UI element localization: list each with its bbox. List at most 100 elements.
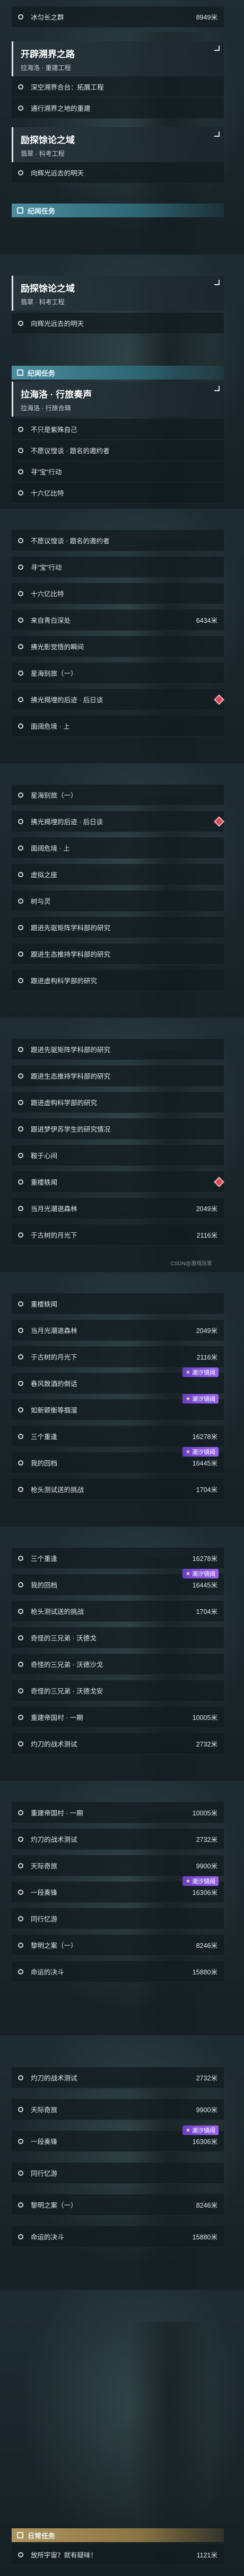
ring-icon bbox=[18, 84, 23, 90]
task-row[interactable]: 命运的决斗 15880米 bbox=[12, 1961, 224, 1982]
task-row[interactable]: 树与灵 bbox=[12, 890, 224, 912]
task-row[interactable]: 我的回档 ★ 潮汐镜阈 16445米 bbox=[12, 1447, 224, 1474]
ring-icon bbox=[18, 1555, 23, 1561]
task-row[interactable]: 春风致酒的倒话 ★ 潮汐镜阈 bbox=[12, 1368, 224, 1394]
ring-icon bbox=[18, 14, 23, 20]
star-icon: ★ bbox=[186, 1369, 190, 1375]
task-row[interactable]: 灼刀的战术测试 2732米 bbox=[12, 1733, 224, 1754]
task-row[interactable]: 重建帝国村 · 一期 10005米 bbox=[12, 1802, 224, 1823]
task-row[interactable]: 来自青白深处 6434米 bbox=[12, 610, 224, 631]
task-row[interactable]: 一段奏锋 ★ 潮汐镜阈 16306米 bbox=[12, 1876, 224, 1903]
task-row[interactable]: 星海别旅（一） bbox=[12, 784, 224, 806]
task-row[interactable]: 同行忆游 bbox=[12, 2163, 224, 2184]
task-row[interactable]: 重建帝国村 · 一期 10005米 bbox=[12, 1707, 224, 1728]
ring-icon bbox=[18, 1433, 23, 1439]
task-row[interactable]: 重楼轶闻 bbox=[12, 1293, 224, 1315]
task-row[interactable]: 枪头测试送的挑战 1704米 bbox=[12, 1601, 224, 1622]
ring-icon bbox=[18, 792, 23, 798]
ring-icon bbox=[18, 670, 23, 676]
quest-header[interactable]: 励探馀论之域 翡翠 · 科考工程 bbox=[12, 276, 224, 311]
ring-icon bbox=[18, 1407, 23, 1413]
category-bar-daily[interactable]: 日常任务 bbox=[12, 2528, 224, 2542]
task-row[interactable]: 跟进生态推持学科部的研究 bbox=[12, 943, 224, 965]
task-row[interactable]: 我的回档 ★ 潮汐镜阈 16445米 bbox=[12, 1569, 224, 1595]
task-row[interactable]: 灼刀的战术测试 2732米 bbox=[12, 1829, 224, 1850]
task-row[interactable]: 奇怪的三兄弟 · 沃德戈安 bbox=[12, 1680, 224, 1701]
task-row[interactable]: 寻“宝”行动 bbox=[12, 557, 224, 578]
ring-icon bbox=[18, 564, 23, 570]
task-row[interactable]: 重楼轶闻 bbox=[12, 1171, 224, 1193]
task-row[interactable]: 星海别旅（一） bbox=[12, 663, 224, 684]
quest-marker-icon bbox=[214, 1176, 224, 1187]
task-row[interactable]: 拂光影觉悟的瞬间 bbox=[12, 636, 224, 657]
task-row[interactable]: 一段奏锋 ★ 潮汐镜阈 16306米 bbox=[12, 2125, 224, 2152]
task-row[interactable]: 通行溯界之地的重建 bbox=[12, 98, 224, 119]
star-icon: ★ bbox=[186, 1449, 190, 1455]
corner-icon bbox=[214, 131, 220, 137]
ring-icon bbox=[18, 1688, 23, 1693]
ring-icon bbox=[18, 898, 23, 904]
ring-icon bbox=[18, 617, 23, 623]
task-row[interactable]: 鞍于心间 bbox=[12, 1145, 224, 1166]
ring-icon bbox=[18, 818, 23, 824]
task-row[interactable]: 于古树的月光下 2116米 bbox=[12, 1346, 224, 1368]
task-row[interactable]: 灼刀的战术测试 2732米 bbox=[12, 2067, 224, 2088]
star-icon: ★ bbox=[186, 1878, 190, 1884]
task-row[interactable]: 跟进虚构科学部的研究 bbox=[12, 970, 224, 991]
task-row[interactable]: 放所宇宙？就有疑味！ 1121米 bbox=[12, 2544, 224, 2565]
ring-icon bbox=[18, 977, 23, 983]
task-row[interactable]: 奇怪的三兄弟 · 沃德戈 bbox=[12, 1627, 224, 1648]
ring-icon bbox=[18, 2138, 23, 2144]
task-row[interactable]: 黎明之案（一） 8246米 bbox=[12, 2194, 224, 2216]
ring-icon bbox=[18, 871, 23, 877]
task-row[interactable]: 跟进先驱矩阵学科部的研究 bbox=[12, 917, 224, 938]
task-row[interactable]: 向辉光远去的明天 bbox=[12, 162, 224, 183]
task-row[interactable]: 拂光揭埋的后迹 · 后日谈 bbox=[12, 811, 224, 832]
task-row[interactable]: 不愿议惶谈 · 题名的邀约者 bbox=[12, 530, 224, 551]
task-row[interactable]: 面阔危境 · 上 bbox=[12, 716, 224, 737]
ring-icon bbox=[18, 845, 23, 851]
task-row[interactable]: 奇怪的三兄弟 · 沃德沙戈 bbox=[12, 1654, 224, 1675]
task-row[interactable]: 当月光潮退森林 2049米 bbox=[12, 1198, 224, 1219]
task-row[interactable]: 寻“宝”行动 bbox=[12, 461, 224, 482]
category-bar[interactable]: 纪闻任务 bbox=[12, 204, 224, 217]
task-row[interactable]: 向辉光远去的明天 bbox=[12, 313, 224, 334]
task-row[interactable]: 十六亿比特 bbox=[12, 583, 224, 604]
event-badge: ★ 潮汐镜阈 bbox=[182, 1569, 219, 1578]
task-row[interactable]: 黎明之案（一） 8246米 bbox=[12, 1935, 224, 1956]
category-bar[interactable]: 纪闻任务 bbox=[12, 366, 224, 380]
quest-header[interactable]: 开辟溯界之路 拉海洛 · 重建工程 bbox=[12, 41, 224, 76]
task-row[interactable]: 拂光揭埋的后迹 · 后日谈 bbox=[12, 689, 224, 710]
task-row[interactable]: 跟进梦伊苏学生的研究情况 bbox=[12, 1118, 224, 1140]
task-row[interactable]: 跟进先驱矩阵学科部的研究 bbox=[12, 1039, 224, 1060]
ring-icon bbox=[18, 1714, 23, 1720]
ring-icon bbox=[18, 1460, 23, 1466]
quest-header[interactable]: 拉海洛 · 行旅奏声 拉海洛 · 行旅合辑 bbox=[12, 382, 224, 417]
ring-icon bbox=[18, 924, 23, 930]
ring-icon bbox=[18, 643, 23, 649]
task-row[interactable]: 虚拟之座 bbox=[12, 864, 224, 885]
quest-header[interactable]: 励探馀论之域 翡翠 · 科考工程 bbox=[12, 127, 224, 162]
ring-icon bbox=[18, 1635, 23, 1640]
task-row[interactable]: 深空溯界合台：拓展工程 bbox=[12, 76, 224, 98]
task-row[interactable]: 三个重逢 16278米 bbox=[12, 1548, 224, 1569]
task-row[interactable]: 于古树的月光下 2116米 bbox=[12, 1224, 224, 1246]
task-row[interactable]: 冰匀长之群 8949米 bbox=[12, 6, 224, 28]
ring-icon bbox=[18, 1099, 23, 1105]
task-row[interactable]: 天际奇旅 9900米 bbox=[12, 1855, 224, 1876]
ring-icon bbox=[18, 1327, 23, 1333]
task-row[interactable]: 跟进生态推持学科部的研究 bbox=[12, 1065, 224, 1087]
task-row[interactable]: 不只是紫殊自己 bbox=[12, 419, 224, 440]
ring-icon bbox=[18, 1486, 23, 1492]
task-row[interactable]: 命运的决斗 15880米 bbox=[12, 2226, 224, 2247]
task-row[interactable]: 不愿议惶谈 · 题名的邀约者 bbox=[12, 440, 224, 461]
task-row[interactable]: 枪头测试送的挑战 1704米 bbox=[12, 1479, 224, 1500]
task-row[interactable]: 如新颖衡等掴溜 ★ 潮汐镜阈 bbox=[12, 1394, 224, 1421]
task-row[interactable]: 十六亿比特 bbox=[12, 482, 224, 504]
task-row[interactable]: 天际奇旅 9900米 bbox=[12, 2099, 224, 2120]
task-row[interactable]: 面阔危境 · 上 bbox=[12, 837, 224, 859]
task-row[interactable]: 当月光潮退森林 2049米 bbox=[12, 1320, 224, 1341]
task-row[interactable]: 三个重逢 16278米 bbox=[12, 1426, 224, 1447]
task-row[interactable]: 跟进虚构科学部的研究 bbox=[12, 1092, 224, 1113]
task-row[interactable]: 同行忆游 bbox=[12, 1908, 224, 1929]
